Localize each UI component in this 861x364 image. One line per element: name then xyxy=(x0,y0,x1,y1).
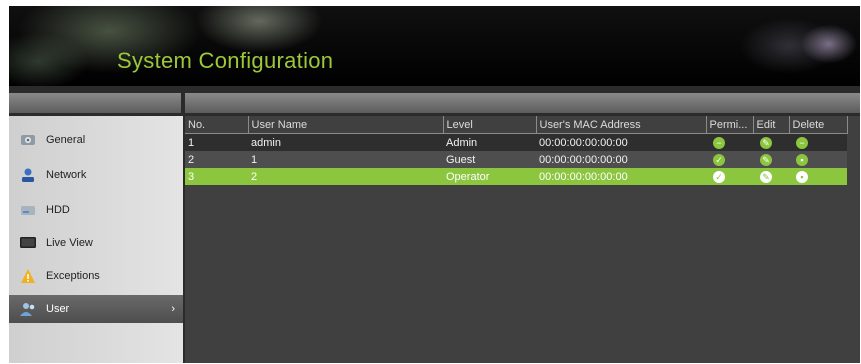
table-row[interactable]: 1 admin Admin 00:00:00:00:00:00 − ✎ − xyxy=(185,133,847,151)
column-header-level[interactable]: Level xyxy=(443,116,537,134)
user-table-panel: No. User Name Level User's MAC Address P… xyxy=(185,116,860,363)
check-icon[interactable]: ✓ xyxy=(713,170,725,183)
cell-user-name: 1 xyxy=(248,151,443,168)
page-title: System Configuration xyxy=(117,48,334,73)
sidebar: General Network HDD Live View Exceptions xyxy=(9,116,183,363)
sidebar-item-exceptions[interactable]: Exceptions xyxy=(9,262,183,290)
table-header-row: No. User Name Level User's MAC Address P… xyxy=(185,116,848,134)
cell-user-name: admin xyxy=(248,133,443,151)
sidebar-item-network[interactable]: Network xyxy=(9,161,183,189)
sidebar-item-label: General xyxy=(46,134,86,146)
hdd-icon xyxy=(19,202,37,218)
cell-delete: − xyxy=(789,133,847,151)
minus-icon[interactable]: − xyxy=(713,136,725,149)
cell-permission: ✓ xyxy=(706,168,753,185)
table-row[interactable]: 2 1 Guest 00:00:00:00:00:00 ✓ ✎ ▪ xyxy=(185,151,847,168)
cell-mac-address: 00:00:00:00:00:00 xyxy=(536,168,706,185)
edit-icon[interactable]: ✎ xyxy=(760,170,772,183)
cell-mac-address: 00:00:00:00:00:00 xyxy=(536,151,706,168)
cell-mac-address: 00:00:00:00:00:00 xyxy=(536,133,706,151)
sidebar-item-hdd[interactable]: HDD xyxy=(9,196,183,224)
cell-delete: ▪ xyxy=(789,168,847,185)
check-icon[interactable]: ✓ xyxy=(713,153,725,166)
monitor-icon xyxy=(19,235,37,251)
column-header-delete[interactable]: Delete xyxy=(789,116,848,134)
cell-delete: ▪ xyxy=(789,151,847,168)
sidebar-item-live-view[interactable]: Live View xyxy=(9,229,183,257)
column-header-user-name[interactable]: User Name xyxy=(248,116,444,134)
sidebar-item-user[interactable]: User › xyxy=(9,295,183,323)
cell-level: Admin xyxy=(443,133,536,151)
column-header-permission[interactable]: Permi... xyxy=(706,116,754,134)
column-header-mac-address[interactable]: User's MAC Address xyxy=(536,116,707,134)
trash-icon[interactable]: ▪ xyxy=(796,170,808,183)
cell-user-name: 2 xyxy=(248,168,443,185)
header-banner: System Configuration xyxy=(9,6,860,86)
cell-level: Operator xyxy=(443,168,536,185)
sidebar-item-label: Network xyxy=(46,169,87,181)
user-table: No. User Name Level User's MAC Address P… xyxy=(185,116,848,185)
warning-icon xyxy=(19,268,37,284)
column-header-edit[interactable]: Edit xyxy=(753,116,790,134)
cell-edit: ✎ xyxy=(753,133,789,151)
column-header-no[interactable]: No. xyxy=(185,116,249,134)
table-row-selected[interactable]: 3 2 Operator 00:00:00:00:00:00 ✓ ✎ ▪ xyxy=(185,168,847,185)
general-settings-icon xyxy=(19,132,37,148)
cell-permission: ✓ xyxy=(706,151,753,168)
minus-icon[interactable]: − xyxy=(796,136,808,149)
sidebar-item-label: HDD xyxy=(46,204,70,216)
edit-icon[interactable]: ✎ xyxy=(760,153,772,166)
system-configuration-window: System Configuration General Network HDD xyxy=(9,6,860,363)
trash-icon[interactable]: ▪ xyxy=(796,153,808,166)
sidebar-item-label: User xyxy=(46,303,70,315)
sidebar-header-bar xyxy=(9,93,181,113)
sidebar-item-label: Live View xyxy=(46,237,93,249)
cell-no: 2 xyxy=(185,151,248,168)
sidebar-item-label: Exceptions xyxy=(46,270,100,282)
cell-no: 3 xyxy=(185,168,248,185)
cell-edit: ✎ xyxy=(753,168,789,185)
network-icon xyxy=(19,167,37,183)
cell-edit: ✎ xyxy=(753,151,789,168)
cell-no: 1 xyxy=(185,133,248,151)
content-header-bar xyxy=(185,93,860,113)
user-icon xyxy=(19,301,37,317)
cell-permission: − xyxy=(706,133,753,151)
cell-level: Guest xyxy=(443,151,536,168)
edit-icon[interactable]: ✎ xyxy=(760,136,772,149)
chevron-right-icon: › xyxy=(171,303,175,315)
sidebar-item-general[interactable]: General xyxy=(9,126,183,154)
